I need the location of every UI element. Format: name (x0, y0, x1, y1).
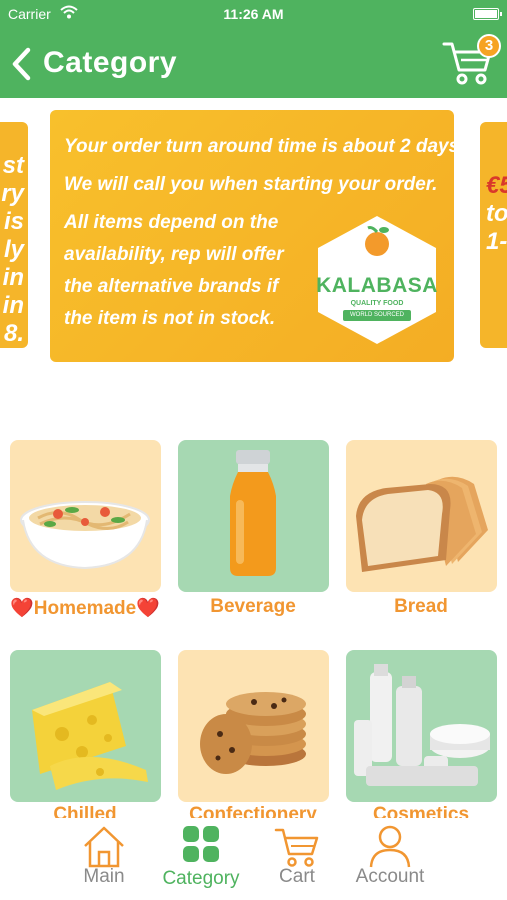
kalabasa-logo: KALABASA QUALITY FOOD WORLD SOURCED (312, 214, 442, 346)
tab-label-account: Account (355, 866, 425, 887)
banner-slide-previous[interactable]: st ry is ly in in 8. (0, 122, 28, 348)
banner-line: All items depend on the (64, 212, 279, 233)
banner-line: the alternative brands if (64, 276, 279, 297)
tab-label-main: Main (83, 866, 125, 887)
juice-bottle-icon (230, 450, 276, 576)
banner-line: Your order turn around time is about 2 d… (64, 136, 454, 157)
banner-peek-text: st (2, 152, 24, 179)
category-tile-chilled[interactable] (10, 650, 161, 802)
banner-peek-text: to (486, 200, 507, 227)
category-tile-cosmetics[interactable] (346, 650, 497, 802)
cart-icon (274, 828, 319, 867)
cookies-icon (200, 692, 306, 774)
category-label-bread[interactable]: Bread (336, 596, 506, 618)
back-chevron-icon[interactable] (8, 46, 36, 82)
banner-peek-text: ly (3, 236, 24, 263)
tab-label-cart: Cart (279, 866, 315, 887)
logo-ribbon: WORLD SOURCED (343, 310, 411, 321)
tab-label-category: Category (162, 868, 240, 889)
category-tile-bread[interactable] (346, 440, 497, 592)
tab-category[interactable]: Category (152, 818, 250, 900)
battery-icon (473, 8, 502, 20)
banner-peek-text: 8. (3, 320, 24, 347)
noodle-bowl-icon (20, 501, 150, 570)
cosmetics-icon (354, 664, 490, 786)
tab-main[interactable]: Main (62, 818, 146, 900)
bread-loaf-icon (356, 476, 488, 572)
banner-peek-text: 1- (486, 228, 507, 255)
tab-bar: Main Category Cart Account (0, 818, 507, 900)
banner-slide-next[interactable]: €5 to 1- (480, 122, 507, 348)
banner-line: availability, rep will offer (64, 244, 284, 265)
logo-name: KALABASA (316, 274, 438, 297)
category-label-beverage[interactable]: Beverage (168, 596, 338, 618)
banner-slide-current[interactable]: Your order turn around time is about 2 d… (50, 110, 454, 362)
banner-carousel[interactable]: st ry is ly in in 8. Your order turn aro… (0, 108, 507, 366)
banner-line: the item is not in stock. (64, 308, 276, 329)
grid-icon (183, 826, 219, 862)
banner-line: We will call you when starting your orde… (64, 174, 438, 195)
person-icon (369, 825, 411, 868)
page-title: Category (43, 46, 178, 79)
tab-cart[interactable]: Cart (262, 818, 332, 900)
category-tile-confectionery[interactable] (178, 650, 329, 802)
cart-count-badge: 3 (477, 34, 501, 58)
nav-bar: Category 3 (0, 30, 507, 98)
banner-peek-text: in (2, 264, 24, 291)
logo-tagline: QUALITY FOOD (350, 300, 404, 307)
home-icon (84, 826, 124, 868)
category-screen: Carrier 11:26 AM Category 3 st ry is ly … (0, 0, 507, 900)
banner-peek-text: in (2, 292, 24, 319)
category-label-homemade[interactable]: ❤️Homemade❤️ (0, 596, 170, 620)
clock: 11:26 AM (223, 6, 284, 22)
tab-account[interactable]: Account (344, 818, 436, 900)
status-bar: Carrier 11:26 AM (0, 0, 507, 30)
banner-peek-text: ry (1, 180, 24, 207)
banner-peek-text: is (3, 208, 24, 235)
category-tile-beverage[interactable] (178, 440, 329, 592)
banner-peek-text: €5 (486, 172, 507, 199)
category-tile-homemade[interactable] (10, 440, 161, 592)
cheese-icon (32, 682, 148, 790)
